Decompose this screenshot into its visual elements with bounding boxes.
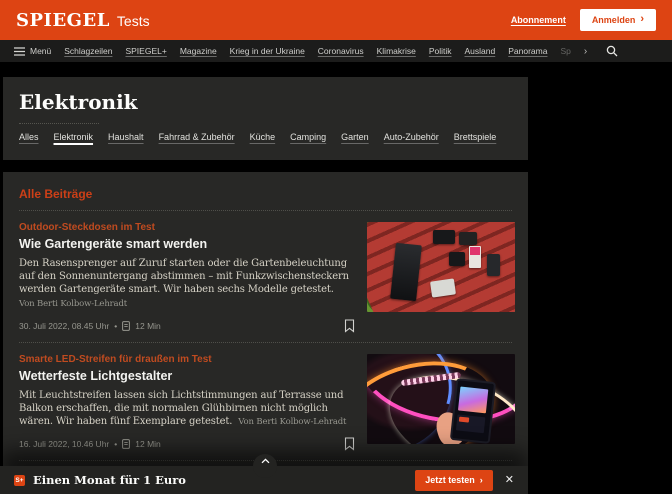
chevron-up-icon [261,458,270,464]
bookmark-button[interactable] [344,437,355,451]
header-actions: Abonnement Anmelden › [511,9,656,31]
tab-camping[interactable]: Camping [290,132,326,142]
meta-bullet: • [114,321,117,331]
bookmark-button[interactable] [344,319,355,333]
article-meta-row: 30. Juli 2022, 08.45 Uhr • 12 Min [19,319,355,333]
nav-item-overflow[interactable]: Sp [560,46,570,56]
tab-auto-zubehoer[interactable]: Auto-Zubehör [384,132,439,142]
collapse-banner-button[interactable] [253,454,277,478]
anmelden-label: Anmelden [592,15,636,25]
smart-plug-graphic [449,252,465,266]
nav-item-krieg-ukraine[interactable]: Krieg in der Ukraine [230,46,305,56]
spiegel-logo[interactable]: SPIEGEL [16,10,110,31]
feed-panel: Alle Beiträge Outdoor-Steckdosen im Test… [3,172,528,494]
article-kicker[interactable]: Outdoor-Steckdosen im Test [19,222,355,233]
nav-item-schlagzeilen[interactable]: Schlagzeilen [64,46,112,56]
article-title[interactable]: Wie Gartengeräte smart werden [19,237,355,251]
article-title[interactable]: Wetterfeste Lichtgestalter [19,369,355,383]
article-teaser-2: Smarte LED-Streifen für draußen im Test … [3,343,528,452]
feed-heading: Alle Beiträge [19,187,528,201]
close-banner-button[interactable]: ✕ [505,475,514,486]
nav-item-panorama[interactable]: Panorama [508,46,547,56]
article-thumbnail-led-strips[interactable] [367,354,515,444]
smartphone-graphic [450,378,496,444]
nav-item-coronavirus[interactable]: Coronavirus [318,46,364,56]
bookmark-icon [344,437,355,451]
article-byline: Von Berti Kolbow-Lehradt [19,299,127,309]
tab-fahrrad-zubehoer[interactable]: Fahrrad & Zubehör [159,132,235,142]
meta-bullet: • [114,439,117,449]
chevron-right-icon: › [640,14,644,25]
subscription-banner: S+ Einen Monat für 1 Euro Jetzt testen ›… [0,466,528,494]
menu-label: Menü [30,46,51,56]
abonnement-link[interactable]: Abonnement [511,15,566,25]
nav-item-spiegel-plus[interactable]: SPIEGEL+ [125,46,166,56]
article-thumbnail-garden-plugs[interactable] [367,222,515,312]
reading-time-icon [122,439,130,449]
article-teaser-1: Outdoor-Steckdosen im Test Wie Gartenger… [3,211,528,333]
chevron-right-icon: › [480,475,483,485]
product-name[interactable]: Tests [117,13,150,29]
reading-time-icon [122,321,130,331]
article-duration: 12 Min [135,439,161,449]
nav-item-klimakrise[interactable]: Klimakrise [377,46,416,56]
nav-item-ausland[interactable]: Ausland [465,46,496,56]
article-duration: 12 Min [135,321,161,331]
article-teaser-text: Mit Leuchtstreifen lassen sich Lichtstim… [19,389,355,429]
menu-button[interactable]: Menü [14,46,51,56]
tab-alles[interactable]: Alles [19,132,39,142]
tab-haushalt[interactable]: Haushalt [108,132,144,142]
search-icon [606,45,618,57]
bookmark-icon [344,319,355,333]
article-meta-row: 16. Juli 2022, 10.46 Uhr • 12 Min [19,437,355,451]
nav-item-magazine[interactable]: Magazine [180,46,217,56]
category-tabs: Alles Elektronik Haushalt Fahrrad & Zube… [19,132,528,142]
page-title: Elektronik [19,90,528,114]
tab-garten[interactable]: Garten [341,132,369,142]
title-divider [19,123,99,124]
cta-label: Jetzt testen [425,475,475,485]
device-card-graphic [469,246,481,268]
tab-elektronik[interactable]: Elektronik [54,132,94,142]
hamburger-icon [14,47,25,56]
tab-brettspiele[interactable]: Brettspiele [454,132,497,142]
banner-message: Einen Monat für 1 Euro [33,473,186,487]
nav-item-politik[interactable]: Politik [429,46,452,56]
search-button[interactable] [606,45,618,57]
article-date: 30. Juli 2022, 08.45 Uhr [19,321,109,331]
article-date: 16. Juli 2022, 10.46 Uhr [19,439,109,449]
article-byline: Von Berti Kolbow-Lehradt [238,417,346,427]
white-device-graphic [430,278,456,297]
anmelden-button[interactable]: Anmelden › [580,9,656,31]
phone-screen-graphic [458,386,488,413]
spiegel-plus-logo: S+ [14,475,25,486]
tab-kueche[interactable]: Küche [250,132,276,142]
category-panel: Elektronik Alles Elektronik Haushalt Fah… [3,77,528,160]
article-text-block: Outdoor-Steckdosen im Test Wie Gartenger… [19,222,355,333]
main-navbar: Menü Schlagzeilen SPIEGEL+ Magazine Krie… [0,40,672,62]
smart-plug-graphic [459,232,477,245]
smart-plug-graphic [487,254,500,276]
nav-scroll-chevron-icon[interactable]: › [584,46,587,57]
phone-ui-graphic [456,414,486,433]
article-kicker[interactable]: Smarte LED-Streifen für draußen im Test [19,354,355,365]
teaser-body: Den Rasensprenger auf Zuruf starten oder… [19,258,349,295]
article-teaser-text: Den Rasensprenger auf Zuruf starten oder… [19,257,355,310]
jetzt-testen-button[interactable]: Jetzt testen › [415,470,493,491]
article-text-block: Smarte LED-Streifen für draußen im Test … [19,354,355,452]
site-header: SPIEGEL Tests Abonnement Anmelden › [0,0,672,40]
smart-plug-graphic [433,230,455,244]
